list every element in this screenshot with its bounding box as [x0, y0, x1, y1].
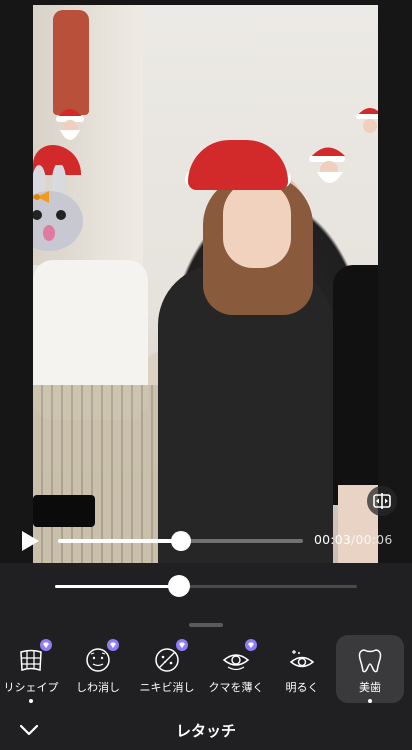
- person-face: [223, 180, 291, 268]
- compare-icon: [373, 493, 391, 509]
- retouch-panel: リシェイプ しわ消し ニキビ消し クマを薄く 明るく 美歯 レタッチ: [0, 563, 412, 750]
- tool-row: リシェイプ しわ消し ニキビ消し クマを薄く 明るく 美歯: [0, 635, 412, 705]
- phone: [33, 495, 95, 527]
- tool-dark-circles[interactable]: クマを薄く: [201, 635, 271, 703]
- intensity-fill: [55, 585, 179, 588]
- tool-brighten[interactable]: 明るく: [267, 635, 337, 703]
- premium-badge-icon: [245, 639, 257, 651]
- tool-dot: [29, 699, 33, 703]
- brighten-eye-icon: [289, 650, 315, 668]
- progress-fill: [58, 539, 181, 543]
- tool-label: しわ消し: [76, 681, 120, 694]
- premium-badge-icon: [40, 639, 52, 651]
- tool-wrinkle[interactable]: しわ消し: [63, 635, 133, 703]
- time-total: 00:06: [355, 532, 393, 547]
- intensity-handle[interactable]: [167, 575, 190, 597]
- santa-sticker: [56, 109, 84, 140]
- tool-label: クマを薄く: [208, 681, 264, 694]
- premium-badge-icon: [176, 639, 188, 651]
- tooth-icon: [358, 649, 382, 673]
- tool-acne[interactable]: ニキビ消し: [132, 635, 202, 703]
- intensity-slider[interactable]: [55, 575, 357, 597]
- tool-label: リシェイプ: [3, 681, 59, 694]
- premium-badge-icon: [107, 639, 119, 651]
- video-frame: [33, 5, 378, 563]
- panel-grabber[interactable]: [189, 623, 223, 627]
- playback-time: 00:03/00:06: [314, 532, 393, 547]
- retouch-editor: 00:03/00:06 リシェイプ しわ消し ニキビ消し クマを薄く 明るく 美…: [0, 0, 412, 750]
- santa-hat: [188, 140, 288, 190]
- panel-title: レタッチ: [175, 722, 236, 740]
- progress-handle[interactable]: [170, 531, 191, 551]
- tool-label: 明るく: [285, 681, 319, 694]
- santa-sticker: [356, 108, 378, 133]
- tool-teeth[interactable]: 美歯: [336, 635, 404, 703]
- video-preview[interactable]: 00:03/00:06: [0, 0, 412, 563]
- bunny-sticker: [33, 165, 83, 251]
- santa-sticker: [309, 147, 345, 183]
- tool-label: 美歯: [359, 681, 381, 694]
- time-current: 00:03: [314, 532, 352, 547]
- playback-progress[interactable]: [58, 531, 303, 551]
- bottom-bar: レタッチ: [0, 711, 412, 750]
- tool-label: ニキビ消し: [139, 681, 195, 694]
- tool-reshape[interactable]: リシェイプ: [0, 635, 66, 703]
- play-icon[interactable]: [20, 530, 40, 552]
- compare-button[interactable]: [367, 486, 397, 516]
- tool-dot: [368, 699, 372, 703]
